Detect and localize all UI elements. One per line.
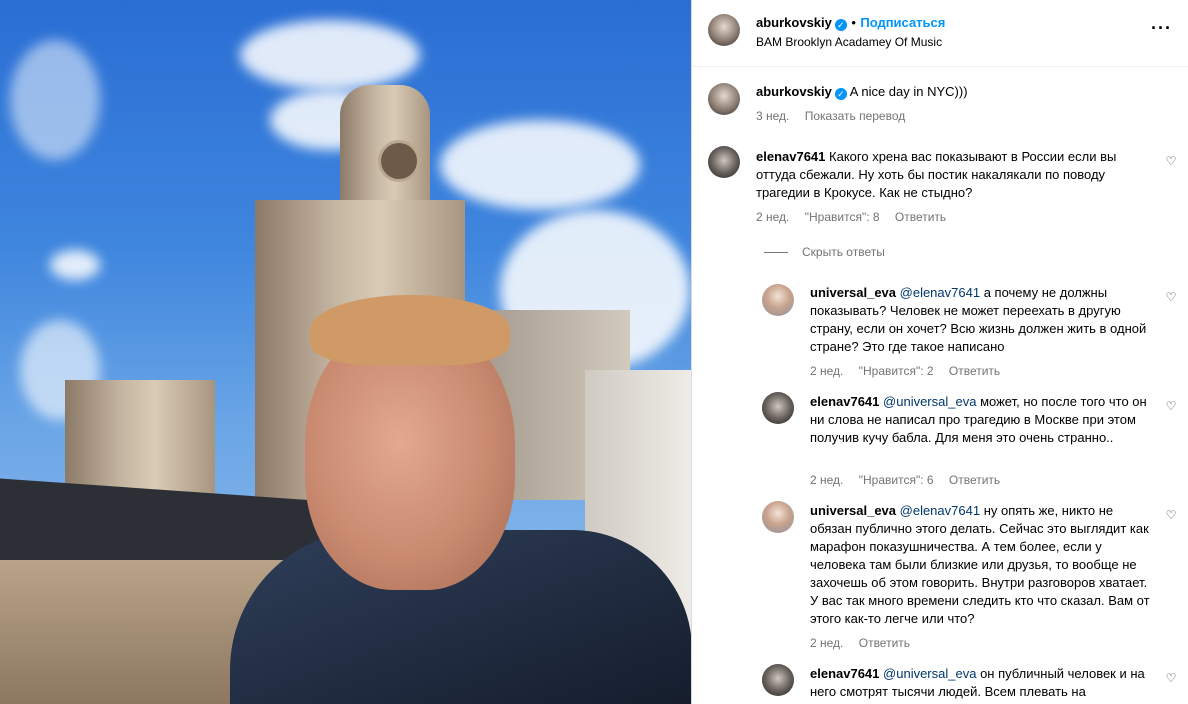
verified-badge-icon: ✓: [834, 19, 847, 31]
hide-replies-button[interactable]: Скрыть ответы: [802, 245, 885, 259]
reply-mention[interactable]: @universal_eva: [883, 394, 976, 409]
reply-username[interactable]: universal_eva: [810, 503, 896, 518]
verified-badge-icon: ✓: [834, 88, 847, 100]
reply-item: universal_eva @elenav7641 ну опять же, н…: [810, 502, 1156, 628]
reply-avatar[interactable]: [762, 501, 794, 533]
reply-time[interactable]: 2 нед.: [810, 364, 843, 378]
more-options-icon[interactable]: ···: [1151, 18, 1172, 39]
reply-avatar[interactable]: [762, 284, 794, 316]
heart-outline-icon[interactable]: ♡: [1164, 154, 1178, 168]
reply-mention[interactable]: @universal_eva: [883, 666, 976, 681]
reply-likes[interactable]: "Нравится": 2: [859, 364, 934, 378]
post-photo[interactable]: [0, 0, 692, 704]
caption-username[interactable]: aburkovskiy: [756, 84, 832, 99]
reply-username[interactable]: universal_eva: [810, 285, 896, 300]
post-panel: aburkovskiy ✓ • Подписаться BAM Brooklyn …: [691, 0, 1188, 704]
reply-likes[interactable]: "Нравится": 6: [859, 473, 934, 487]
comment-likes[interactable]: "Нравится": 8: [805, 210, 880, 224]
heart-outline-icon[interactable]: ♡: [1164, 508, 1178, 522]
reply-time[interactable]: 2 нед.: [810, 636, 843, 650]
reply-mention[interactable]: @elenav7641: [900, 285, 980, 300]
reply-button[interactable]: Ответить: [895, 210, 946, 224]
caption-avatar[interactable]: [708, 83, 740, 115]
reply-avatar[interactable]: [762, 392, 794, 424]
show-translation-button[interactable]: Показать перевод: [805, 109, 906, 123]
clock-face: [378, 140, 420, 182]
reply-avatar[interactable]: [762, 664, 794, 696]
follow-button[interactable]: Подписаться: [860, 15, 945, 30]
reply-button[interactable]: Ответить: [859, 636, 910, 650]
reply-time[interactable]: 2 нед.: [810, 473, 843, 487]
heart-outline-icon[interactable]: ♡: [1164, 671, 1178, 685]
caption-text: A nice day in NYC))): [849, 84, 968, 99]
heart-outline-icon[interactable]: ♡: [1164, 399, 1178, 413]
hide-replies-line: [764, 252, 788, 253]
comment-time[interactable]: 2 нед.: [756, 210, 789, 224]
comment-username[interactable]: elenav7641: [756, 149, 825, 164]
separator-dot: •: [851, 15, 856, 30]
author-username[interactable]: aburkovskiy: [756, 15, 832, 30]
author-avatar[interactable]: [708, 14, 740, 46]
reply-username[interactable]: elenav7641: [810, 666, 879, 681]
caption-time[interactable]: 3 нед.: [756, 109, 789, 123]
reply-username[interactable]: elenav7641: [810, 394, 879, 409]
reply-mention[interactable]: @elenav7641: [900, 503, 980, 518]
post-header: aburkovskiy ✓ • Подписаться BAM Brooklyn …: [692, 0, 1188, 67]
reply-button[interactable]: Ответить: [949, 473, 1000, 487]
reply-button[interactable]: Ответить: [949, 364, 1000, 378]
reply-text: ну опять же, никто не обязан публично эт…: [810, 503, 1150, 626]
reply-item: universal_eva @elenav7641 а почему не до…: [810, 284, 1156, 356]
reply-item: elenav7641 @universal_eva он публичный ч…: [810, 665, 1156, 701]
location-link[interactable]: BAM Brooklyn Acadamey Of Music: [756, 35, 942, 49]
comment-item: elenav7641 Какого хрена вас показывают в…: [756, 148, 1156, 202]
commenter-avatar[interactable]: [708, 146, 740, 178]
heart-outline-icon[interactable]: ♡: [1164, 290, 1178, 304]
reply-item: elenav7641 @universal_eva может, но посл…: [810, 393, 1156, 447]
